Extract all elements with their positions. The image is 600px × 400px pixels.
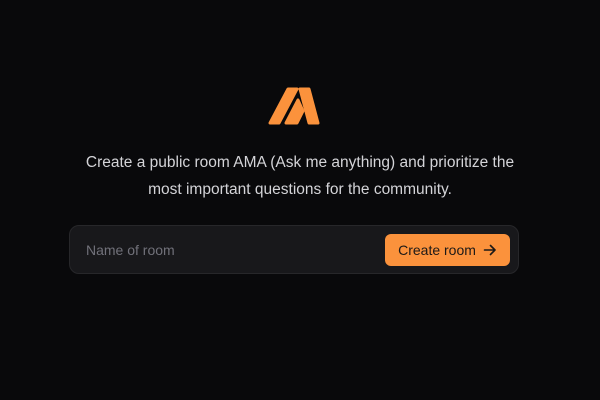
description-line-2: most important questions for the communi…: [148, 181, 452, 198]
create-room-label: Create room: [398, 242, 476, 258]
create-room-button[interactable]: Create room: [385, 234, 510, 266]
page-description: Create a public room AMA (Ask me anythin…: [40, 149, 560, 203]
create-room-page: Create a public room AMA (Ask me anythin…: [0, 0, 600, 400]
ama-logo-icon: [267, 85, 321, 125]
arrow-right-icon: [483, 243, 497, 257]
description-line-1: Create a public room AMA (Ask me anythin…: [85, 154, 515, 171]
create-room-form: Create room: [69, 225, 519, 274]
room-name-input[interactable]: [86, 226, 366, 273]
